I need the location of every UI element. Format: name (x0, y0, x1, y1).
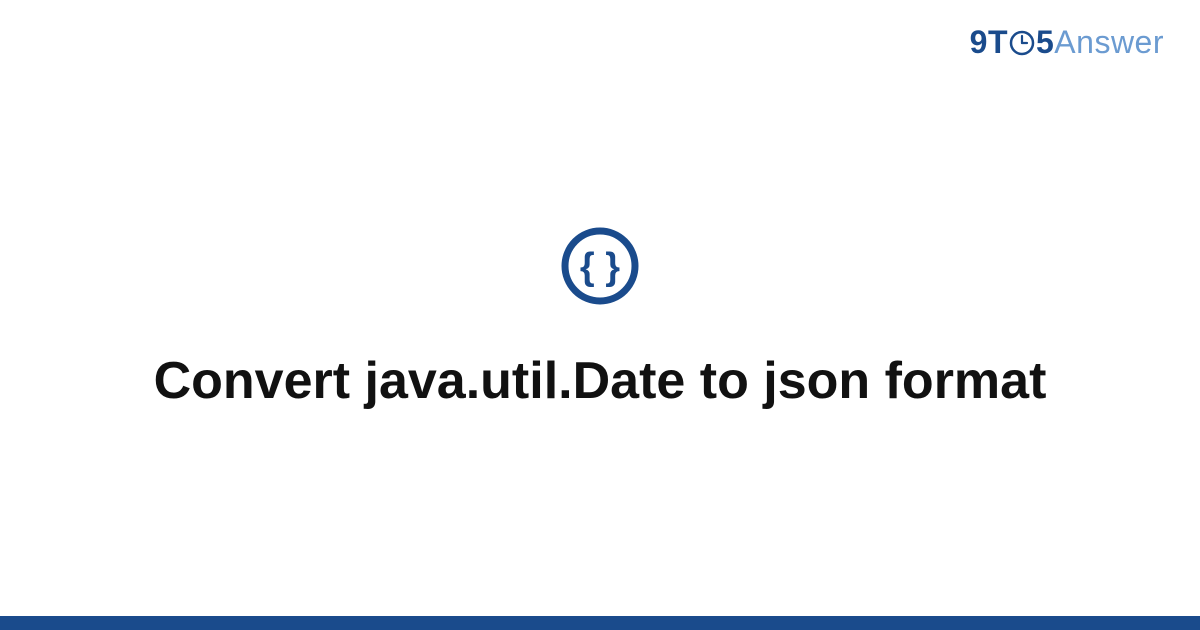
footer-accent-bar (0, 616, 1200, 630)
page-title: Convert java.util.Date to json format (154, 349, 1047, 414)
svg-text:{ }: { } (580, 246, 620, 288)
json-category-icon: { } (560, 226, 640, 311)
main-content: { } Convert java.util.Date to json forma… (0, 0, 1200, 630)
